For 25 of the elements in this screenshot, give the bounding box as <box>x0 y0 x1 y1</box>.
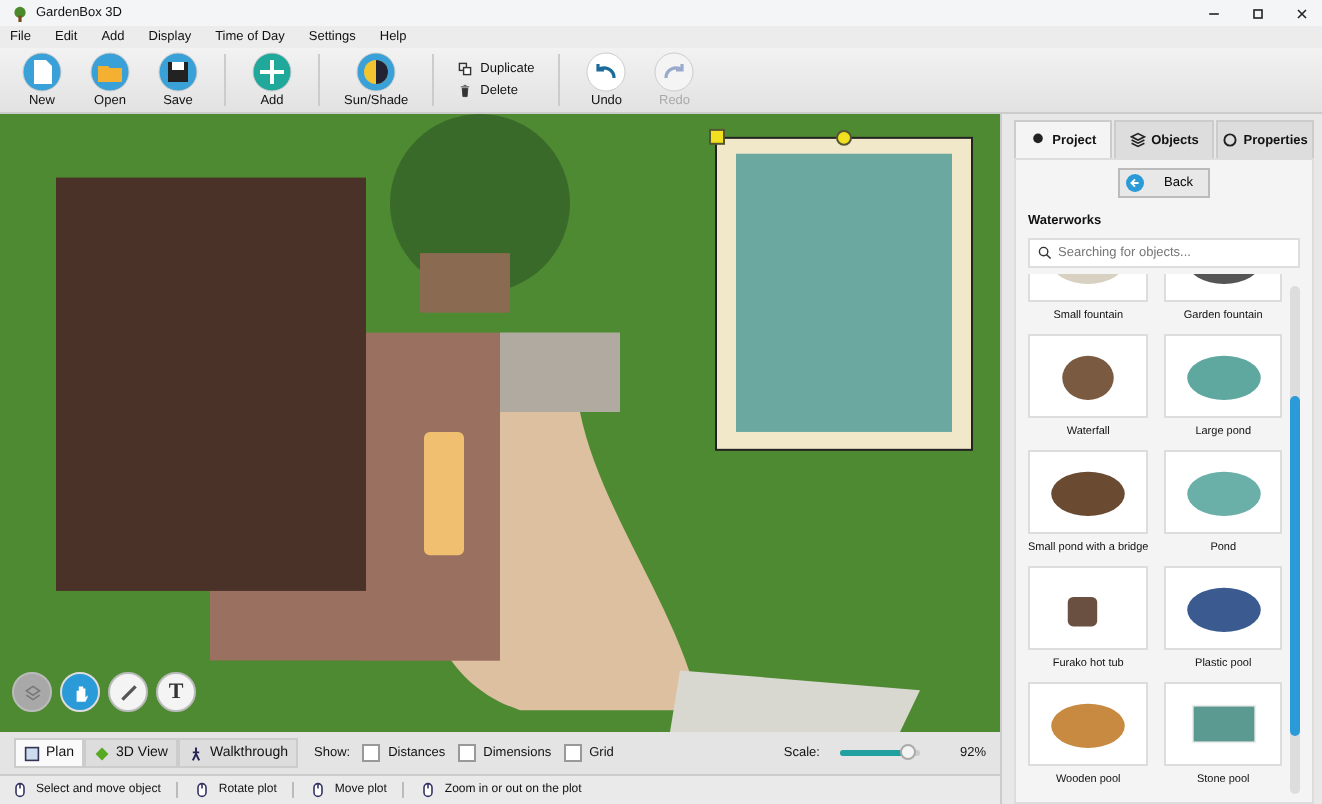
object-thumbnail[interactable] <box>1028 682 1149 766</box>
search-icon <box>1038 246 1052 260</box>
walking-person-icon <box>187 745 204 761</box>
object-thumbnail[interactable] <box>1028 334 1149 418</box>
mouse-icon <box>310 782 327 798</box>
ruler-icon <box>117 681 139 703</box>
back-arrow-icon <box>1126 174 1144 192</box>
cube-icon <box>94 745 111 761</box>
object-thumbnail[interactable] <box>1164 566 1282 650</box>
close-icon[interactable] <box>1294 5 1310 21</box>
object-thumbnail[interactable] <box>1164 450 1282 534</box>
layers-icon <box>21 681 43 703</box>
object-thumbnail[interactable] <box>1028 566 1149 650</box>
maximize-icon[interactable] <box>1250 5 1266 21</box>
plan-icon <box>24 745 40 761</box>
object-thumbnail[interactable] <box>1164 334 1282 418</box>
mouse-icon <box>420 782 437 798</box>
trash-icon <box>458 84 473 98</box>
copy-icon <box>458 62 473 76</box>
scale-slider[interactable] <box>839 750 920 756</box>
object-thumbnail[interactable] <box>1164 682 1282 766</box>
stack-icon <box>1129 132 1146 148</box>
mouse-icon <box>12 782 28 798</box>
object-thumbnail[interactable] <box>1028 450 1149 534</box>
mouse-icon <box>194 782 211 798</box>
